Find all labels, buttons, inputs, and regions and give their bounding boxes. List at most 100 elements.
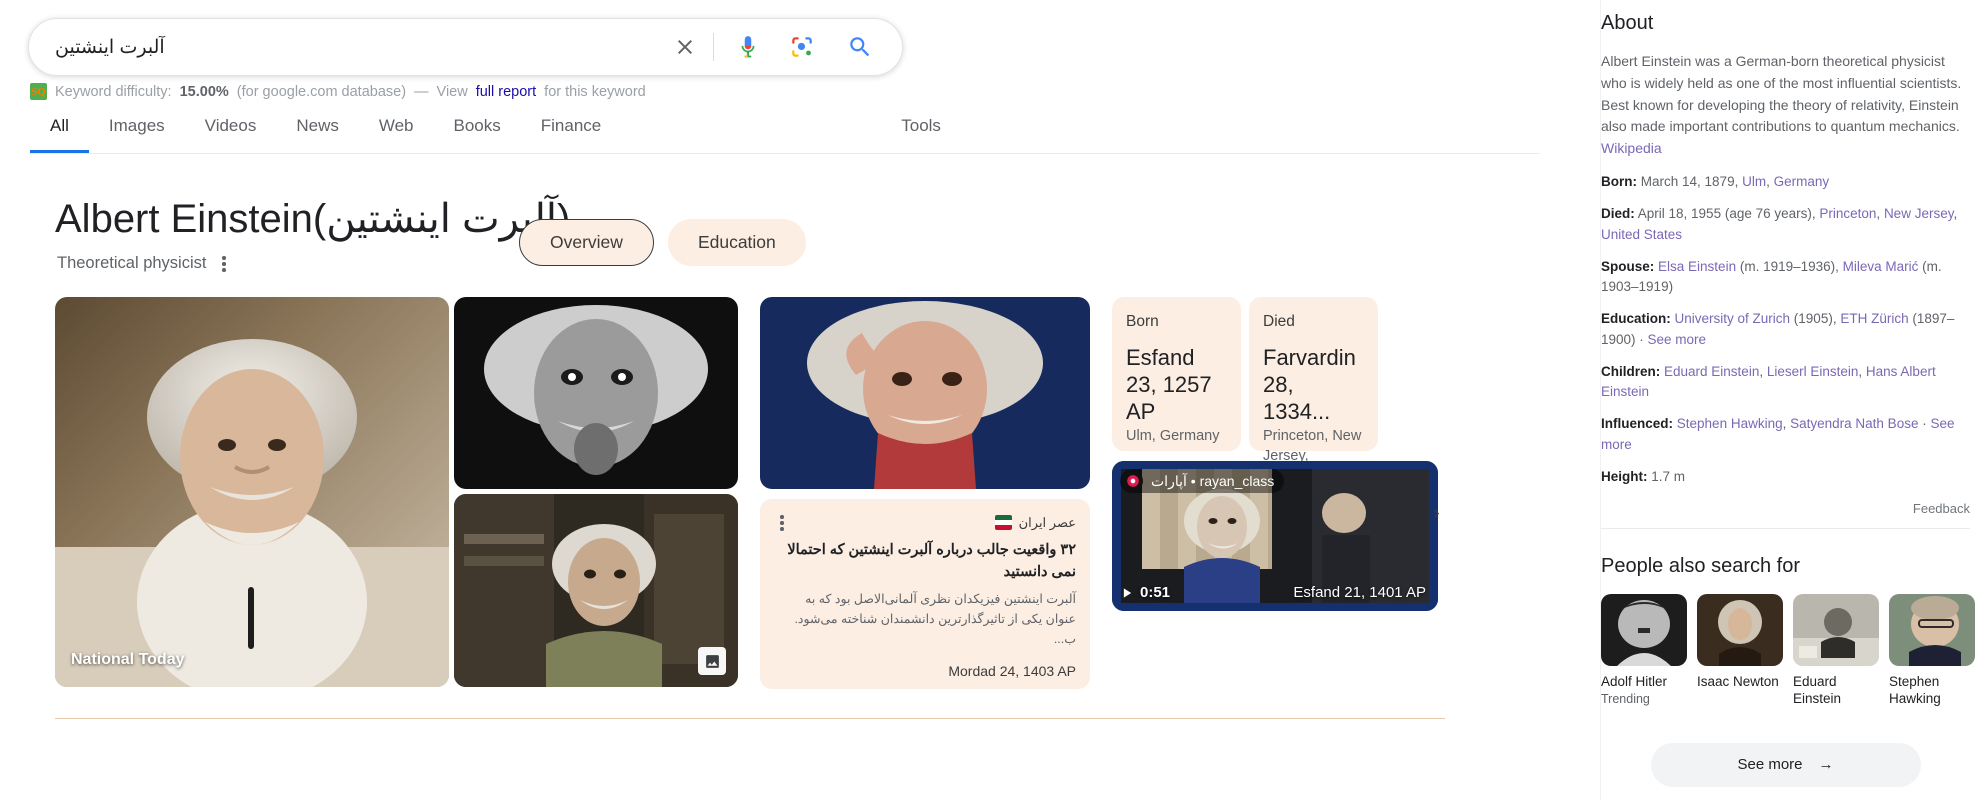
- link-lieserl-einstein[interactable]: Lieserl Einstein: [1767, 364, 1859, 379]
- tab-images[interactable]: Images: [89, 112, 185, 150]
- fact-education-mid: (1905),: [1790, 311, 1841, 327]
- search-bar: آلبرت اینشتین: [28, 18, 903, 76]
- keyword-difficulty-value: 15.00%: [179, 83, 229, 100]
- tab-education[interactable]: Education: [667, 219, 806, 266]
- page-title: Albert Einstein(آلبرت اینشتین): [55, 197, 570, 241]
- about-description: Albert Einstein was a German-born theore…: [1601, 53, 1962, 135]
- keyword-difficulty-bar: SQ Keyword difficulty: 15.00% (for googl…: [30, 83, 646, 100]
- link-germany[interactable]: Germany: [1774, 174, 1830, 189]
- fact-influenced-key: Influenced:: [1601, 416, 1674, 432]
- aparat-logo-icon: [1123, 471, 1143, 491]
- hero-image-card[interactable]: National Today: [55, 297, 449, 687]
- tab-overview[interactable]: Overview: [519, 219, 654, 266]
- news-source-name: عصر ایران: [1018, 514, 1076, 530]
- pasf-item-eduard-einstein[interactable]: Eduard Einstein: [1793, 594, 1879, 709]
- einstein-illustration-image: [760, 297, 1090, 489]
- fact-died: Died: April 18, 1955 (age 76 years), Pri…: [1601, 206, 1958, 242]
- news-source: عصر ایران: [994, 514, 1076, 531]
- link-satyendra-nath-bose[interactable]: Satyendra Nath Bose: [1790, 416, 1918, 431]
- knowledge-panel-header: Albert Einstein(آلبرت اینشتین): [55, 196, 570, 242]
- pasf-item-stephen-hawking[interactable]: Stephen Hawking: [1889, 594, 1975, 709]
- pasf-name: Stephen Hawking: [1889, 674, 1941, 707]
- link-stephen-hawking[interactable]: Stephen Hawking: [1677, 416, 1783, 431]
- education-see-more-link[interactable]: See more: [1648, 332, 1707, 347]
- section-divider: [55, 718, 1445, 719]
- facts-and-video-column: Born Esfand 23, 1257 AP Ulm, Germany Die…: [1112, 297, 1438, 611]
- fact-children: Children: Eduard Einstein, Lieserl Einst…: [1601, 363, 1936, 400]
- close-icon[interactable]: [665, 27, 705, 67]
- died-label: Died: [1263, 313, 1295, 330]
- feedback-link[interactable]: Feedback: [1601, 501, 1970, 516]
- see-more-button[interactable]: See more →: [1650, 742, 1921, 787]
- pasf-name: Isaac Newton: [1697, 674, 1779, 690]
- pasf-item-isaac-newton[interactable]: Isaac Newton: [1697, 594, 1783, 709]
- search-results-page: آلبرت اینشتین SQ Keyword difficulty: 15.…: [0, 0, 1984, 800]
- link-new-jersey[interactable]: New Jersey: [1884, 206, 1954, 221]
- fact-height-value: 1.7 m: [1651, 468, 1686, 484]
- tab-web[interactable]: Web: [359, 112, 434, 150]
- fact-height: Height: 1.7 m: [1601, 467, 1970, 487]
- tab-news[interactable]: News: [276, 112, 359, 150]
- asriran-logo-icon: [994, 515, 1012, 531]
- video-source-name: آپارات • rayan_class: [1151, 472, 1275, 489]
- tools-button[interactable]: Tools: [881, 112, 961, 150]
- pasf-item-adolf-hitler[interactable]: Adolf Hitler Trending: [1601, 594, 1687, 709]
- pasf-avatar: [1601, 594, 1687, 667]
- people-also-search-heading: People also search for: [1601, 555, 1801, 578]
- facts-row: Born Esfand 23, 1257 AP Ulm, Germany Die…: [1112, 297, 1438, 484]
- pasf-name: Adolf Hitler: [1601, 674, 1668, 690]
- google-lens-icon[interactable]: [782, 27, 822, 67]
- wikipedia-link[interactable]: Wikipedia: [1601, 140, 1662, 156]
- pasf-note: Trending: [1601, 692, 1650, 707]
- link-united-states[interactable]: United States: [1601, 227, 1682, 242]
- fact-children-key: Children:: [1601, 363, 1661, 379]
- born-label: Born: [1126, 313, 1159, 330]
- full-report-link[interactable]: full report: [476, 84, 536, 100]
- link-mileva-maric[interactable]: Mileva Marić: [1843, 259, 1919, 274]
- died-card[interactable]: Died Farvardin 28, 1334... Princeton, Ne…: [1249, 297, 1378, 484]
- einstein-tongue-image-card[interactable]: [454, 297, 738, 489]
- knowledge-panel-subtitle-row: Theoretical physicist: [57, 252, 232, 276]
- search-box[interactable]: آلبرت اینشتین: [28, 18, 903, 76]
- media-grid: National Today عصر ایران ۳۲ واقعیت جالب …: [55, 297, 1440, 689]
- link-princeton[interactable]: Princeton: [1819, 206, 1876, 221]
- link-eduard-einstein[interactable]: Eduard Einstein: [1664, 364, 1759, 379]
- news-date: Mordad 24, 1403 AP: [948, 663, 1076, 679]
- fact-influenced: Influenced: Stephen Hawking, Satyendra N…: [1601, 416, 1955, 452]
- search-icon[interactable]: [840, 27, 880, 67]
- pasf-avatar: [1793, 594, 1879, 667]
- news-card[interactable]: عصر ایران ۳۲ واقعیت جالب درباره آلبرت ای…: [760, 499, 1090, 689]
- tab-all[interactable]: All: [30, 112, 89, 153]
- link-eth-zurich[interactable]: ETH Zürich: [1840, 311, 1908, 326]
- link-ulm[interactable]: Ulm: [1742, 174, 1766, 189]
- einstein-portrait-image: [55, 297, 449, 687]
- tab-videos[interactable]: Videos: [185, 112, 277, 150]
- tab-finance[interactable]: Finance: [521, 112, 621, 150]
- link-university-of-zurich[interactable]: University of Zurich: [1675, 311, 1791, 326]
- tab-books[interactable]: Books: [434, 112, 521, 150]
- news-title: ۳۲ واقعیت جالب درباره آلبرت اینشتین که ا…: [787, 541, 1076, 580]
- about-heading: About: [1601, 12, 1654, 34]
- einstein-illustration-card[interactable]: [760, 297, 1090, 489]
- einstein-chair-image-card[interactable]: [454, 494, 738, 687]
- news-more-options-icon[interactable]: [774, 511, 790, 535]
- search-divider: [713, 33, 714, 61]
- video-carousel-next-icon[interactable]: ›: [1433, 502, 1440, 525]
- fact-born-value: March 14, 1879,: [1640, 174, 1743, 190]
- video-card[interactable]: آپارات • rayan_class 0:51 Esfand 21, 140…: [1112, 461, 1438, 611]
- einstein-tongue-image: [454, 297, 738, 489]
- born-card[interactable]: Born Esfand 23, 1257 AP Ulm, Germany: [1112, 297, 1241, 451]
- more-options-icon[interactable]: [216, 252, 232, 276]
- fact-born-key: Born:: [1601, 174, 1637, 190]
- search-input[interactable]: آلبرت اینشتین: [55, 36, 665, 59]
- see-more-label: See more: [1737, 756, 1803, 774]
- arrow-right-icon: →: [1818, 756, 1834, 774]
- pasf-name: Eduard Einstein: [1793, 674, 1842, 707]
- fact-height-key: Height:: [1601, 468, 1648, 484]
- keyword-difficulty-database: (for google.com database): [236, 83, 407, 100]
- knowledge-panel-tabs: Overview Education: [519, 219, 806, 266]
- link-elsa-einstein[interactable]: Elsa Einstein: [1658, 259, 1736, 274]
- knowledge-panel-subtitle: Theoretical physicist: [57, 254, 207, 273]
- image-collection-icon: [698, 647, 726, 675]
- microphone-icon[interactable]: [728, 27, 768, 67]
